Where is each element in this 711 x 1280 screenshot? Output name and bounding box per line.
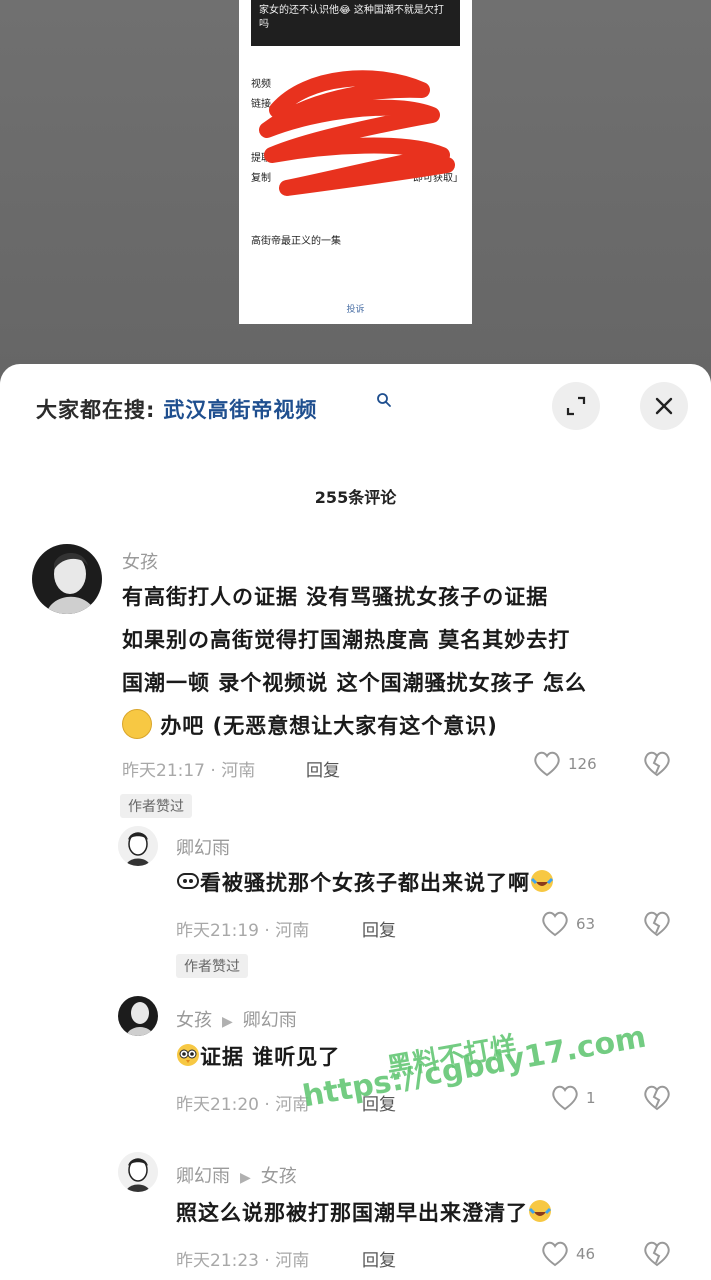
close-icon [655,397,673,415]
comment-time-location: 昨天21:17 · 河南 [122,761,256,781]
smile-emoji-icon [122,709,152,739]
comment-text-line: 办吧 (无恶意想让大家有这个意识) [122,705,682,748]
like-count: 63 [576,915,596,933]
laugh-cry-emoji-icon [530,870,554,892]
author-liked-badge: 作者赞过 [176,954,248,978]
comment-author-line: 女孩 ▶ 卿幻雨 [176,1006,297,1032]
author-liked-badge: 作者赞过 [120,794,192,818]
post-text-block: 家女的还不认识他😂 这种国潮不就是欠打吗 [251,0,460,46]
expand-button[interactable] [552,382,600,430]
red-scribble-redaction [259,70,455,196]
comment-time-location: 昨天21:20 · 河南 [176,1095,310,1115]
comment-time-location: 昨天21:19 · 河南 [176,921,310,941]
heart-icon [542,1241,568,1267]
comment-text-line: 有高街打人の证据 没有骂骚扰女孩子の证据 [122,585,549,609]
comment-count: 255条评论 [314,488,397,507]
avatar[interactable] [32,544,102,614]
search-icon[interactable] [376,392,392,408]
broken-heart-icon[interactable] [642,750,672,778]
like-button[interactable]: 63 [540,910,595,938]
avatar[interactable] [118,996,158,1036]
expand-icon [566,396,586,416]
broken-heart-icon[interactable] [642,1084,672,1112]
laugh-cry-emoji-icon [528,1200,552,1222]
avatar[interactable] [118,1152,158,1192]
reply-button[interactable]: 回复 [306,756,340,781]
like-button[interactable]: 46 [540,1240,595,1268]
trending-search-prefix: 大家都在搜: [36,398,156,422]
like-button[interactable]: 126 [532,750,597,778]
avatar[interactable] [118,826,158,866]
like-button[interactable]: 1 [550,1084,596,1112]
reply-to-user[interactable]: 卿幻雨 [243,1010,297,1031]
like-count: 46 [576,1245,596,1263]
comment-text: 看被骚扰那个女孩子都出来说了啊 [176,862,676,905]
comment-time-location: 昨天21:23 · 河南 [176,1251,310,1271]
reply-arrow-icon: ▶ [240,1170,251,1186]
comment-author[interactable]: 女孩 [176,1010,212,1031]
heart-icon [534,751,560,777]
comment-text: 照这么说那被打那国潮早出来澄清了 [176,1192,676,1235]
comment-author[interactable]: 卿幻雨 [176,1166,230,1187]
comment-text-line: 如果别の高街觉得打国潮热度高 莫名其妙去打 [122,628,571,652]
reply-to-user[interactable]: 女孩 [261,1166,297,1187]
comment-text: 有高街打人の证据 没有骂骚扰女孩子の证据 如果别の高街觉得打国潮热度高 莫名其妙… [122,576,682,748]
reply-arrow-icon: ▶ [222,1014,233,1030]
broken-heart-icon[interactable] [642,910,672,938]
comment-sheet: 大家都在搜: 武汉高街帝视频 255条评论 女孩 有高街打人の证据 没有骂骚扰女… [0,364,711,1280]
heart-icon [542,911,568,937]
owl-emoji-icon [177,1044,199,1066]
like-count: 1 [586,1089,596,1107]
heart-icon [552,1085,578,1111]
reply-button[interactable]: 回复 [362,916,396,941]
comment-author[interactable]: 卿幻雨 [176,834,230,860]
close-button[interactable] [640,382,688,430]
report-link[interactable]: 投诉 [239,302,472,315]
post-top-text: 家女的还不认识他😂 这种国潮不就是欠打吗 [259,5,444,30]
face-emoji-icon [177,873,199,889]
comment-author-line: 卿幻雨 ▶ 女孩 [176,1162,297,1188]
like-count: 126 [568,755,597,773]
comment-text-line: 国潮一顿 录个视频说 这个国潮骚扰女孩子 怎么 [122,671,587,695]
trending-search-term[interactable]: 武汉高街帝视频 [163,398,317,422]
post-title: 高街帝最正义的一集 [251,236,341,247]
trending-search[interactable]: 大家都在搜: 武汉高街帝视频 [36,394,317,424]
reply-button[interactable]: 回复 [362,1246,396,1271]
background-post-card: 家女的还不认识他😂 这种国潮不就是欠打吗 视频 链接 提取 复制 即可获取」 高… [239,0,472,324]
comment-author[interactable]: 女孩 [122,548,158,574]
broken-heart-icon[interactable] [642,1240,672,1268]
